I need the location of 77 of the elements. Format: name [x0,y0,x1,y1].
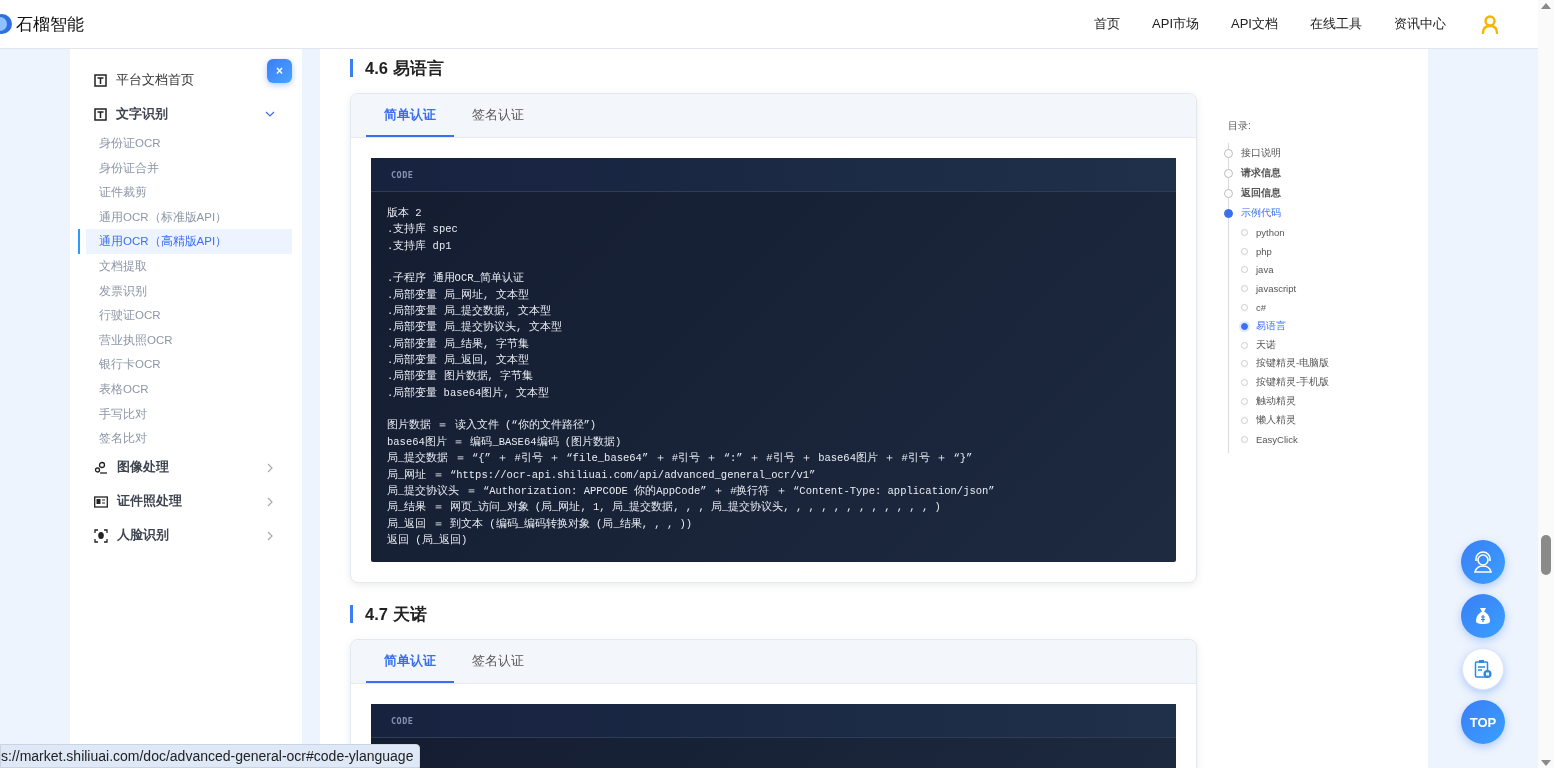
code-line: 图片数据 ＝ 读入文件 (“你的文件路径”) [387,418,598,434]
headset-person-icon [1471,550,1495,574]
toc-link[interactable]: javascript [1256,283,1297,295]
chevron-icon [264,110,276,118]
tab[interactable]: 签名认证 [454,640,542,684]
sidebar-item[interactable]: 文字识别 [80,97,292,131]
nav-link[interactable]: 首页 [1094,15,1121,33]
code-line: 返回 (局_返回) [387,532,469,548]
nav-link[interactable]: 在线工具 [1310,15,1362,33]
scrollbar-thumb[interactable] [1541,535,1551,575]
toc-link[interactable]: 接口说明 [1241,146,1281,160]
text-icon [94,107,107,121]
toc-link[interactable]: 易语言 [1256,319,1286,333]
code-line: 局_返回 ＝ 到文本 (编码_编码转换对象 (局_结果, , , )) [387,516,694,532]
code-line: 局_提交数据 ＝ “{” ＋ #引号 ＋ “file_base64” ＋ #引号 ＋ “:” ＋ #引号 ＋ base64图片 ＋ #引号 ＋ “}” [387,451,974,467]
money-bag-icon [1475,607,1491,625]
clipboard-button[interactable] [1462,648,1504,690]
code-line: .局部变量 base64图片, 文本型 [387,385,550,401]
section-title: 4.7 天诺 [350,605,1197,624]
code-line: 局_提交协议头 ＝ “Authorization: APPCODE 你的AppCode” ＋ #换行符 ＋ “Content-Type: application/json” [387,483,996,499]
support-button[interactable] [1461,540,1505,584]
brand-name: 石榴智能 [16,13,84,36]
section-title: 4.6 易语言 [350,59,1197,77]
toc-link[interactable]: java [1256,264,1274,276]
code-line: .局部变量 局_结果, 字节集 [387,336,530,352]
toc-link[interactable]: 示例代码 [1241,206,1281,220]
code-line: .局部变量 局_提交数据, 文本型 [387,304,552,320]
code-line: .局部变量 局_网址, 文本型 [387,287,530,303]
sidebar-subitem[interactable]: 通用OCR（高精版API） [78,229,292,254]
tab[interactable]: 简单认证 [366,94,454,137]
clipboard-icon [1474,659,1492,679]
code-line: 版本 2 [387,206,423,221]
toc-link[interactable]: 懒人精灵 [1256,413,1296,427]
tab[interactable]: 简单认证 [366,640,454,684]
toc-link[interactable]: 按键精灵-电脑版 [1256,357,1330,371]
sidebar-item[interactable]: 人脸识别 [80,518,292,553]
toc-link[interactable]: 请求信息 [1241,166,1281,180]
code-line: 局_网址 ＝ “https://ocr-api.shiliuai.com/api/advanced_general_ocr/v1” [387,467,817,483]
code-line: .局部变量 局_提交协议头, 文本型 [387,320,563,336]
sidebar-item[interactable]: 证件照处理 [80,484,292,519]
sidebar-item[interactable]: 平台文档首页 [80,63,262,97]
status-url: s://market.shiliuai.com/doc/advanced-general-ocr#code-ylanguage [0,744,421,768]
toc-link[interactable]: c# [1256,302,1267,314]
code-label: CODE [391,169,414,180]
nav-link[interactable]: API文档 [1231,15,1278,33]
chevron-icon [266,495,274,508]
toc-link[interactable]: 触动精灵 [1256,395,1296,409]
toc-link[interactable]: 返回信息 [1241,186,1281,200]
scrollbar[interactable] [1538,0,1554,768]
toc-link[interactable]: python [1256,226,1285,238]
toc-title: 目录: [1228,119,1252,133]
text-icon [94,73,107,87]
code-label: CODE [391,715,414,726]
code-line: .子程序 通用OCR_简单认证 [387,271,525,287]
code-line: .局部变量 局_返回, 文本型 [387,353,530,369]
logo-icon [0,13,14,35]
toc-link[interactable]: 按键精灵-手机版 [1256,376,1330,390]
code-line: .支持库 dp1 [387,238,453,254]
id-card-icon [94,495,108,508]
code-line: .支持库 spec [387,222,459,238]
toc-link[interactable]: php [1256,245,1272,257]
image-icon [94,460,108,475]
chevron-icon [266,529,274,542]
scroll-down-icon[interactable] [1538,758,1554,768]
code-line: base64图片 ＝ 编码_BASE64编码 (图片数据) [387,434,623,450]
toc-link[interactable]: EasyClick [1256,433,1298,445]
nav-link[interactable]: API市场 [1152,15,1200,33]
sidebar-item[interactable]: 图像处理 [80,450,292,485]
toc-link[interactable]: 天诺 [1256,338,1276,352]
code-line: 局_结果 ＝ 网页_访问_对象 (局_网址, 1, 局_提交数据, , , 局_提交协议头, , , , , , , , , , , , ) [387,500,942,516]
tab[interactable]: 签名认证 [454,94,542,137]
chevron-icon [266,461,274,474]
code-line: .局部变量 图片数据, 字节集 [387,369,535,385]
money-bag-button[interactable] [1461,594,1505,638]
face-icon [94,528,108,543]
user-icon[interactable] [1480,14,1500,34]
nav-link[interactable]: 资讯中心 [1394,15,1446,33]
